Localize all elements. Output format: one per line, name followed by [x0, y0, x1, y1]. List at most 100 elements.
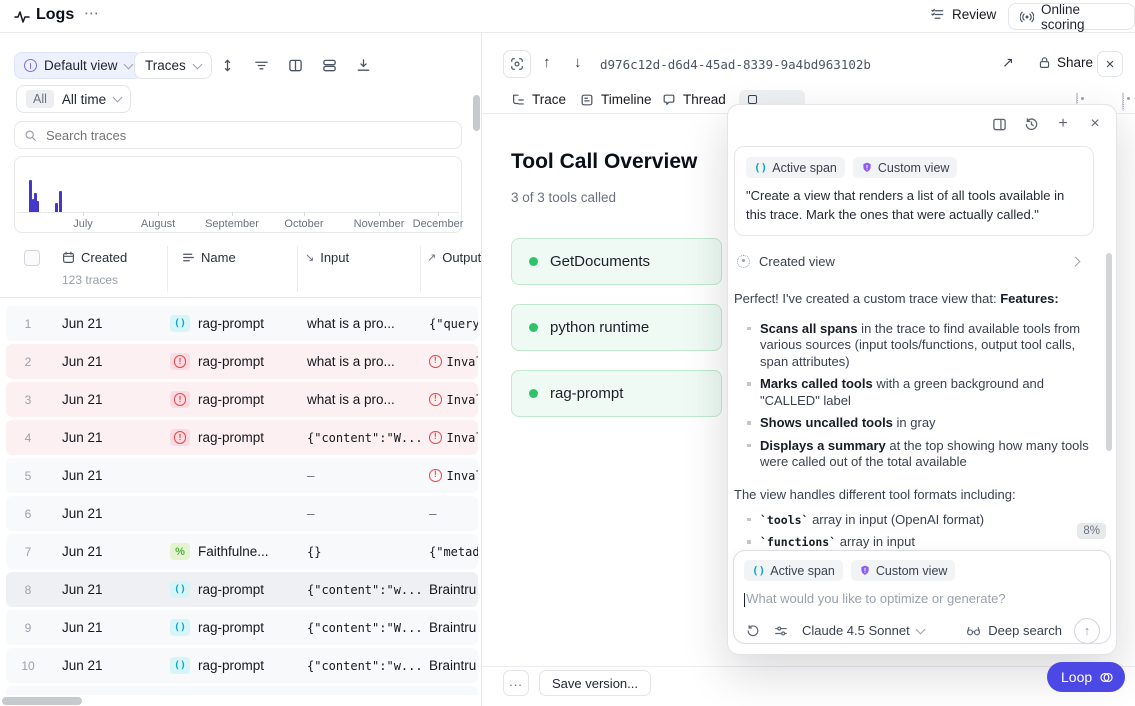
object-selector-label: Traces: [145, 58, 186, 73]
view-selector-label: Default view: [44, 58, 118, 73]
cell-output: Braintru: [423, 582, 478, 597]
close-trace-button[interactable]: ×: [1097, 51, 1123, 77]
table-row[interactable]: 3 Jun 21 !rag-prompt what is a pro... !I…: [6, 382, 478, 417]
vertical-scrollbar[interactable]: [473, 95, 480, 131]
time-filter-group[interactable]: All All time: [16, 85, 131, 113]
chat-input[interactable]: What would you like to optimize or gener…: [744, 591, 1100, 607]
cell-input: what is a pro...: [300, 354, 423, 369]
model-name: Claude 4.5 Sonnet: [802, 623, 910, 638]
cell-output: !Invali: [423, 355, 478, 369]
assistant-intro: Perfect! I've created a custom trace vie…: [734, 290, 1094, 309]
focus-span-button[interactable]: [503, 50, 531, 78]
table-row[interactable]: 2 Jun 21 !rag-prompt what is a pro... !I…: [6, 344, 478, 379]
called-dot-icon: [529, 323, 538, 332]
online-scoring-button[interactable]: Online scoring: [1008, 3, 1135, 30]
more-menu-icon[interactable]: ⋯: [84, 4, 100, 22]
error-icon: !: [429, 469, 442, 482]
column-header-created[interactable]: Created: [81, 250, 127, 265]
object-selector-button[interactable]: Traces: [134, 52, 212, 79]
reset-history-icon[interactable]: [744, 622, 762, 640]
next-trace-icon[interactable]: ↓: [574, 54, 582, 71]
traces-panel: Default view Traces All All time JulyAug…: [0, 33, 481, 706]
close-icon: ×: [1106, 57, 1115, 72]
error-icon: !: [170, 429, 190, 446]
table-row[interactable]: 4 Jun 21 !rag-prompt {"content":"W... !I…: [6, 420, 478, 455]
created-view-row[interactable]: Created view: [734, 254, 1094, 269]
table-row[interactable]: 5 Jun 21 – !Invali: [6, 458, 478, 493]
cell-input: what is a pro...: [300, 316, 423, 331]
prev-trace-icon[interactable]: ↑: [543, 54, 551, 71]
assistant-panel: + × () Active span Custom view "Create a…: [727, 104, 1117, 655]
download-icon[interactable]: [356, 58, 371, 73]
tab-timeline[interactable]: Timeline: [580, 92, 652, 107]
loop-rings-icon: [1099, 670, 1114, 685]
custom-view-badge[interactable]: Custom view: [851, 560, 956, 581]
chevron-right-icon: [1071, 256, 1081, 266]
column-divider: [420, 246, 421, 292]
tab-trace[interactable]: Trace: [511, 92, 566, 107]
error-icon: !: [429, 431, 442, 444]
tool-card[interactable]: python runtime: [511, 304, 722, 351]
active-span-label: Active span: [772, 161, 837, 175]
tab-thread[interactable]: Thread: [662, 92, 726, 107]
code-icon: (): [170, 657, 190, 674]
side-panel-icon[interactable]: [990, 115, 1008, 133]
table-row[interactable]: 10 Jun 21 ()rag-prompt {"content":"w... …: [6, 648, 478, 683]
rows-layout-icon[interactable]: [322, 58, 337, 73]
active-span-badge[interactable]: () Active span: [744, 560, 843, 581]
loop-label: Loop: [1061, 669, 1092, 685]
active-span-label: Active span: [770, 564, 835, 578]
deep-search-button[interactable]: Deep search: [964, 622, 1062, 640]
tab-label: Trace: [532, 92, 566, 107]
column-divider: [297, 246, 298, 292]
ellipsis-icon: ...: [509, 674, 523, 689]
more-options-button[interactable]: ...: [503, 670, 529, 696]
feature-item: Shows uncalled tools in gray: [734, 415, 1094, 432]
tool-card[interactable]: rag-prompt: [511, 370, 722, 417]
cell-name: Faithfulne...: [198, 544, 269, 559]
cell-created: Jun 21: [50, 392, 170, 407]
table-row[interactable]: 1 Jun 21 ()rag-prompt what is a pro... {…: [6, 306, 478, 341]
save-version-button[interactable]: Save version...: [539, 670, 651, 696]
new-chat-icon[interactable]: +: [1054, 115, 1072, 133]
table-row[interactable]: 8 Jun 21 ()rag-prompt {"content":"w... B…: [6, 572, 478, 607]
time-range-label: All time: [62, 92, 106, 107]
custom-view-label: Custom view: [878, 161, 950, 175]
custom-view-badge[interactable]: Custom view: [853, 157, 958, 178]
table-row[interactable]: 9 Jun 21 ()rag-prompt {"content":"W... B…: [6, 610, 478, 645]
send-button[interactable]: ↑: [1074, 618, 1100, 644]
footer-divider: [482, 666, 1135, 667]
sort-updown-icon[interactable]: [220, 58, 235, 73]
search-input[interactable]: [44, 127, 452, 144]
open-external-icon[interactable]: ↗: [1002, 54, 1014, 71]
column-header-name[interactable]: Name: [201, 250, 236, 265]
percent-icon: %: [170, 543, 190, 560]
column-header-input[interactable]: Input: [320, 250, 349, 265]
share-button[interactable]: Share: [1038, 55, 1093, 70]
active-span-badge[interactable]: () Active span: [746, 157, 845, 178]
table-row[interactable]: 7 Jun 21 %Faithfulne... {} {"metad: [6, 534, 478, 569]
columns-layout-icon[interactable]: [288, 58, 303, 73]
column-header-output[interactable]: Output: [442, 250, 481, 265]
cell-output: !Invali: [423, 469, 478, 483]
select-all-checkbox[interactable]: [24, 250, 40, 266]
history-icon[interactable]: [1022, 115, 1040, 133]
search-box[interactable]: [14, 121, 462, 149]
review-label: Review: [952, 7, 996, 22]
filter-icon[interactable]: [254, 58, 269, 73]
deep-search-label: Deep search: [988, 623, 1062, 638]
month-label: October: [284, 218, 323, 230]
view-selector-button[interactable]: Default view: [14, 52, 142, 79]
assistant-scrollbar[interactable]: [1106, 253, 1112, 451]
horizontal-scrollbar[interactable]: [2, 697, 82, 705]
close-assistant-icon[interactable]: ×: [1086, 115, 1104, 133]
model-selector[interactable]: Claude 4.5 Sonnet: [802, 623, 924, 638]
all-chip[interactable]: All: [26, 90, 54, 108]
cell-created: Jun 21: [50, 620, 170, 635]
table-row[interactable]: 6 Jun 21 – –: [6, 496, 478, 531]
review-button[interactable]: Review: [930, 7, 996, 22]
tool-card[interactable]: GetDocuments: [511, 238, 722, 285]
arrow-up-right-icon: ↗: [427, 251, 436, 264]
settings-sliders-icon[interactable]: [772, 622, 790, 640]
loop-button[interactable]: Loop: [1047, 662, 1125, 692]
